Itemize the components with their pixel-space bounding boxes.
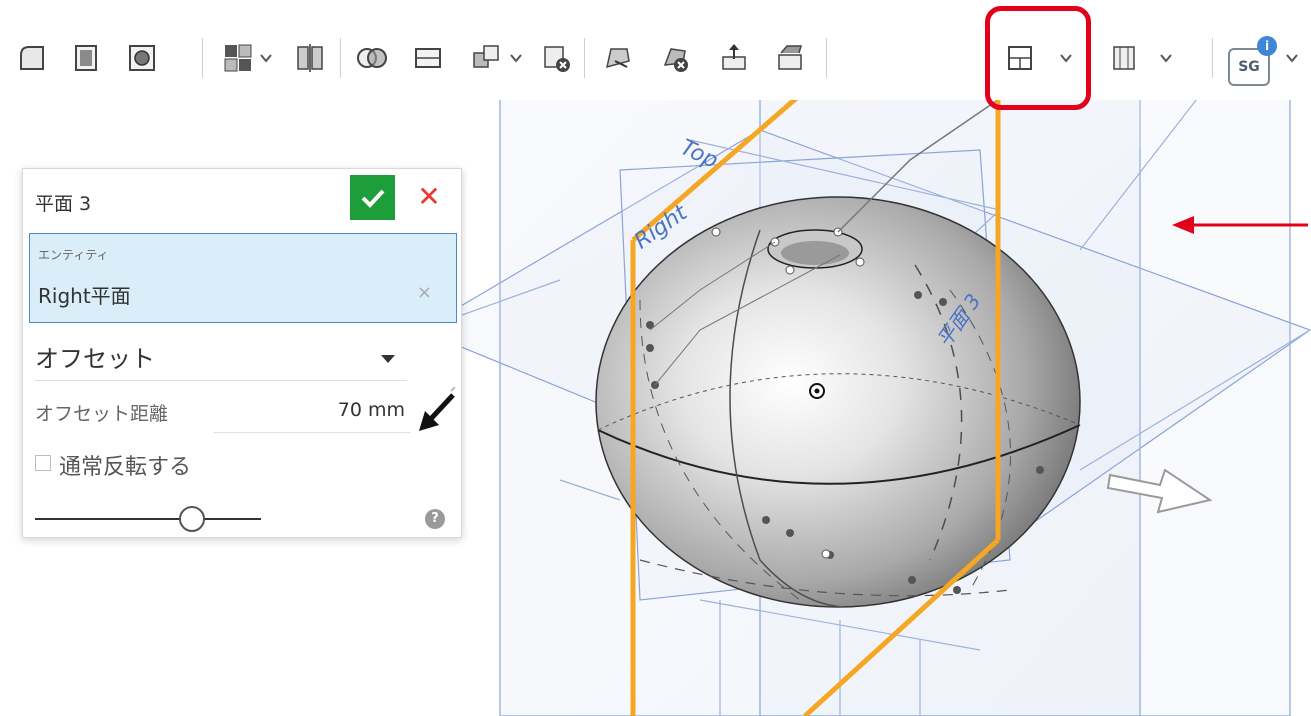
boolean-icon: [357, 48, 387, 68]
boolean-tool-button[interactable]: [352, 38, 392, 78]
split-tool-button[interactable]: [408, 38, 448, 78]
transform-icon: [473, 45, 499, 68]
modify-fillet-icon: [605, 48, 630, 69]
info-badge-icon: i: [1257, 36, 1277, 56]
check-icon: [361, 189, 384, 208]
fillet-tool-button[interactable]: [12, 38, 52, 78]
split-icon: [415, 48, 441, 68]
annotation-arrow-icon: [1172, 216, 1308, 234]
chevron-down-icon[interactable]: [1284, 50, 1300, 66]
toolbar-separator: [340, 38, 341, 78]
pattern-icon: [224, 44, 252, 72]
annotation-highlight-box: [985, 6, 1091, 110]
chevron-down-icon[interactable]: [1158, 50, 1174, 66]
hole-icon: [129, 45, 155, 71]
chevron-down-icon[interactable]: [258, 50, 274, 66]
move-face-tool-button[interactable]: [714, 38, 754, 78]
mate-connector-icon: [1113, 46, 1135, 70]
toolbar-separator: [202, 38, 203, 78]
toolbar-separator: [1212, 38, 1213, 78]
size-slider-thumb[interactable]: [179, 506, 205, 532]
plane-type-select[interactable]: オフセット: [35, 339, 407, 381]
help-icon[interactable]: ?: [425, 509, 445, 529]
transform-tool-button[interactable]: [466, 38, 506, 78]
dropdown-caret-icon[interactable]: [381, 355, 395, 363]
dialog-title: 平面 3: [35, 193, 92, 215]
fillet-icon: [20, 46, 44, 70]
mate-connector-tool-button[interactable]: [1104, 38, 1144, 78]
entity-caption: エンティティ: [38, 248, 109, 262]
entity-value: Right平面: [38, 284, 131, 308]
size-slider-track[interactable]: [35, 518, 261, 520]
delete-face-tool-button[interactable]: [656, 38, 696, 78]
feature-toolbar: SG i: [0, 0, 1311, 110]
toolbar-separator: [584, 38, 585, 78]
hole-tool-button[interactable]: [122, 38, 162, 78]
shell-icon: [75, 45, 97, 71]
plane-feature-dialog: 平面 3 ✕ エンティティ Right平面 × オフセット オフセット距離 70…: [22, 168, 462, 538]
delete-part-icon: [544, 46, 570, 72]
replace-face-tool-button[interactable]: [770, 38, 810, 78]
pattern-tool-button[interactable]: [218, 38, 258, 78]
flip-direction-icon[interactable]: [415, 387, 459, 435]
modify-fillet-tool-button[interactable]: [598, 38, 638, 78]
clear-entity-icon[interactable]: ×: [417, 282, 432, 303]
mirror-tool-button[interactable]: [290, 38, 330, 78]
mirror-icon: [297, 44, 323, 72]
entity-field[interactable]: エンティティ Right平面 ×: [29, 233, 457, 323]
offset-distance-input[interactable]: 70 mm: [213, 393, 411, 433]
flip-normal-label: 通常反転する: [59, 455, 192, 480]
cancel-button[interactable]: ✕: [413, 181, 445, 213]
toolbar-separator: [826, 38, 827, 78]
move-face-icon: [722, 44, 746, 70]
chevron-down-icon[interactable]: [508, 50, 524, 66]
delete-part-tool-button[interactable]: [536, 38, 576, 78]
shell-tool-button[interactable]: [66, 38, 106, 78]
offset-distance-label: オフセット距離: [35, 403, 169, 425]
confirm-button[interactable]: [350, 175, 395, 220]
replace-face-icon: [778, 45, 802, 70]
flip-normal-checkbox[interactable]: [35, 455, 51, 471]
delete-face-icon: [663, 48, 688, 72]
